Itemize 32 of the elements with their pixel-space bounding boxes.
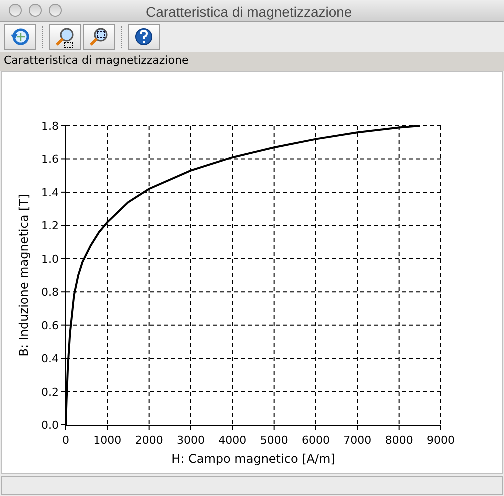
x-axis-title: H: Campo magnetico [A/m] (172, 452, 336, 466)
x-tick-label: 1000 (94, 434, 122, 447)
y-tick-label: 1.4 (42, 186, 59, 200)
zoom-button[interactable] (49, 24, 81, 50)
zoom-area-icon (88, 26, 110, 48)
reset-button[interactable] (4, 24, 36, 50)
y-tick-label: 0.2 (42, 386, 59, 399)
reset-icon (9, 26, 31, 48)
y-tick-label: 0.8 (42, 286, 59, 300)
help-icon (133, 26, 155, 48)
y-tick-label: 1.6 (42, 153, 59, 166)
help-button[interactable] (128, 24, 160, 50)
window-title: Caratteristica di magnetizzazione (146, 3, 352, 22)
x-tick-label: 8000 (385, 434, 414, 447)
y-tick-label: 1.8 (42, 120, 59, 133)
zoom-area-button[interactable] (83, 24, 115, 50)
y-tick-label: 0.6 (42, 319, 59, 332)
x-tick-label: 6000 (302, 434, 330, 447)
x-tick-label: 3000 (177, 434, 205, 447)
x-tick-label: 4000 (218, 434, 247, 447)
y-tick-label: 1.0 (42, 252, 59, 266)
x-tick-label: 7000 (344, 434, 372, 447)
y-tick-label: 1.2 (42, 220, 59, 233)
x-tick-label: 5000 (260, 434, 288, 447)
x-tick-label: 9000 (427, 434, 455, 447)
y-tick-label: 0.4 (42, 352, 59, 366)
y-axis-title: B: Induzione magnetica [T] (17, 194, 31, 357)
x-tick-label: 0 (62, 434, 70, 447)
zoom-icon (54, 26, 76, 48)
x-tick-label: 2000 (135, 434, 164, 447)
panel-title: Caratteristica di magnetizzazione (0, 52, 504, 71)
y-tick-label: 0.0 (42, 419, 59, 432)
